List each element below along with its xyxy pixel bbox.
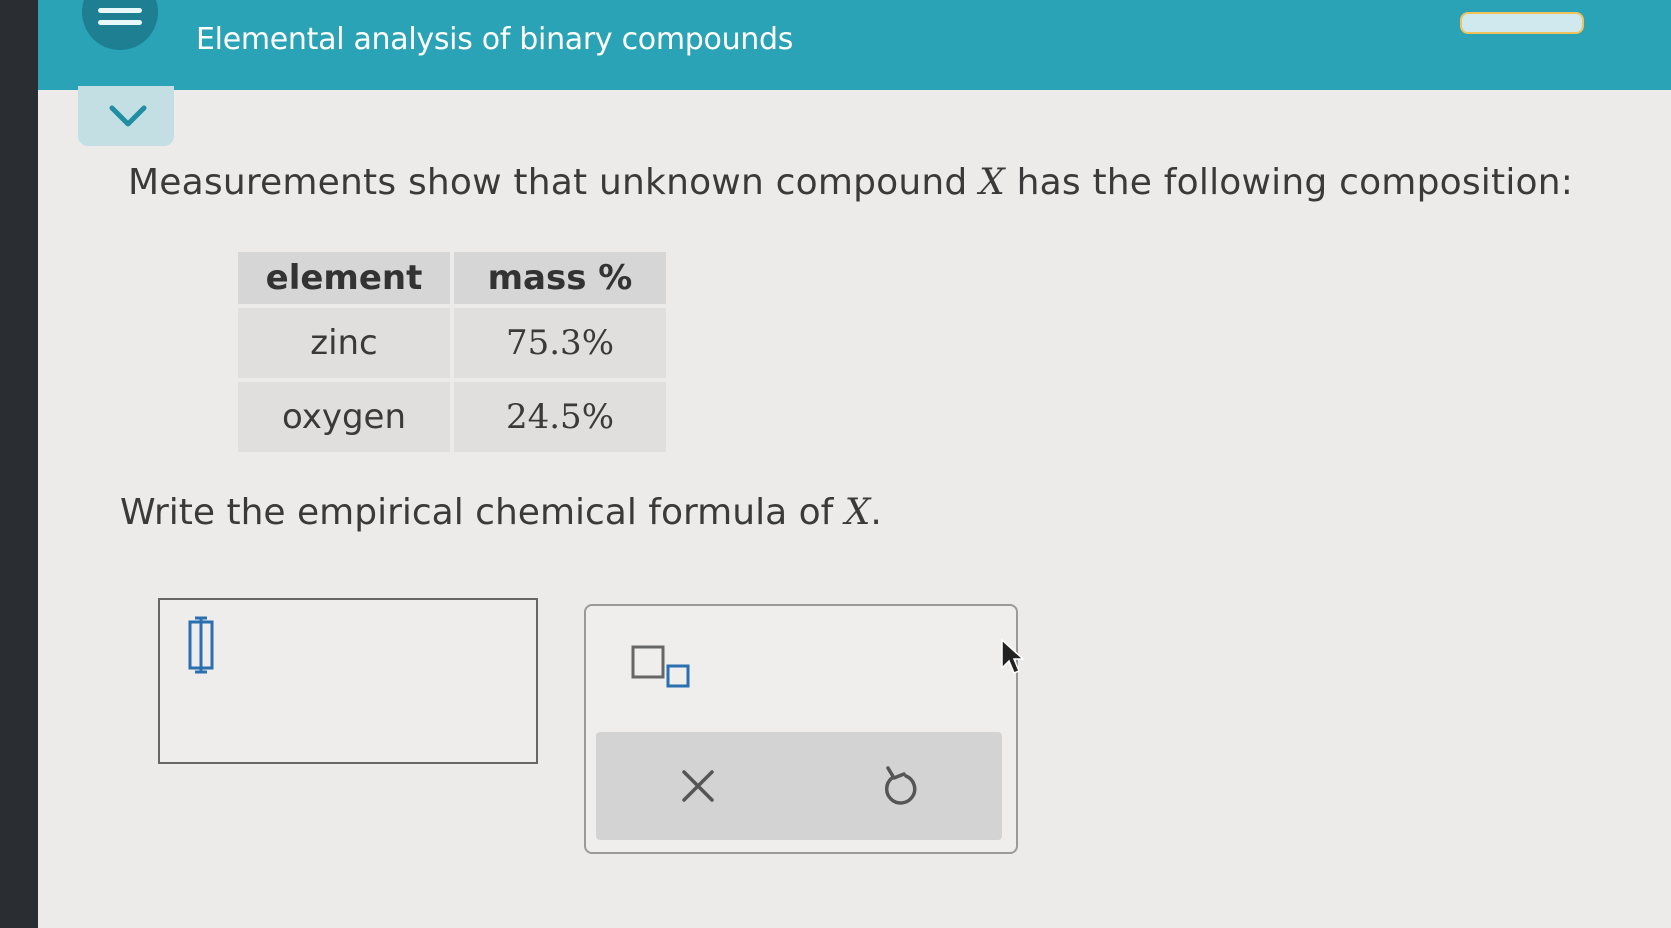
undo-button[interactable] [878, 762, 922, 810]
mass-percent-cell: 75.3% [454, 308, 666, 378]
question-prompt: Measurements show that unknown compound … [128, 162, 1573, 203]
instruction-variable: X [844, 492, 871, 533]
menu-button[interactable] [82, 0, 158, 50]
column-header-mass-percent: mass % [454, 252, 666, 304]
instruction-text-before: Write the empirical chemical formula of [120, 492, 845, 533]
element-cell: oxygen [238, 382, 450, 452]
compound-variable: X [979, 162, 1005, 203]
chevron-down-icon [109, 105, 147, 127]
close-icon [682, 770, 714, 802]
hamburger-menu-icon-bar [98, 20, 142, 25]
table-row: oxygen 24.5% [238, 382, 666, 452]
hamburger-menu-icon [98, 8, 142, 13]
app-screen: Elemental analysis of binary compounds M… [38, 0, 1671, 928]
column-header-element: element [238, 252, 450, 304]
question-instruction: Write the empirical chemical formula of … [120, 492, 882, 533]
composition-table: element mass % zinc 75.3% oxygen 24.5% [234, 248, 670, 456]
header-bar: Elemental analysis of binary compounds [38, 0, 1671, 90]
text-caret-icon [188, 616, 214, 674]
table-header-row: element mass % [238, 252, 666, 304]
instruction-text-after: . [870, 492, 882, 533]
mouse-pointer-icon [1001, 638, 1025, 674]
prompt-text-before: Measurements show that unknown compound [128, 162, 980, 203]
subscript-button[interactable] [630, 644, 696, 694]
subscript-template-icon [631, 645, 690, 688]
table-row: zinc 75.3% [238, 308, 666, 378]
undo-icon [884, 766, 917, 805]
formula-keypad [584, 604, 1018, 854]
collapse-toggle-button[interactable] [78, 86, 174, 146]
page-title: Elemental analysis of binary compounds [196, 22, 794, 57]
answer-input[interactable] [158, 598, 538, 764]
mass-percent-cell: 24.5% [454, 382, 666, 452]
prompt-text-after: has the following composition: [1004, 162, 1574, 203]
element-cell: zinc [238, 308, 450, 378]
clear-button[interactable] [676, 764, 720, 808]
keypad-action-bar [596, 732, 1002, 840]
progress-indicator [1460, 12, 1584, 34]
